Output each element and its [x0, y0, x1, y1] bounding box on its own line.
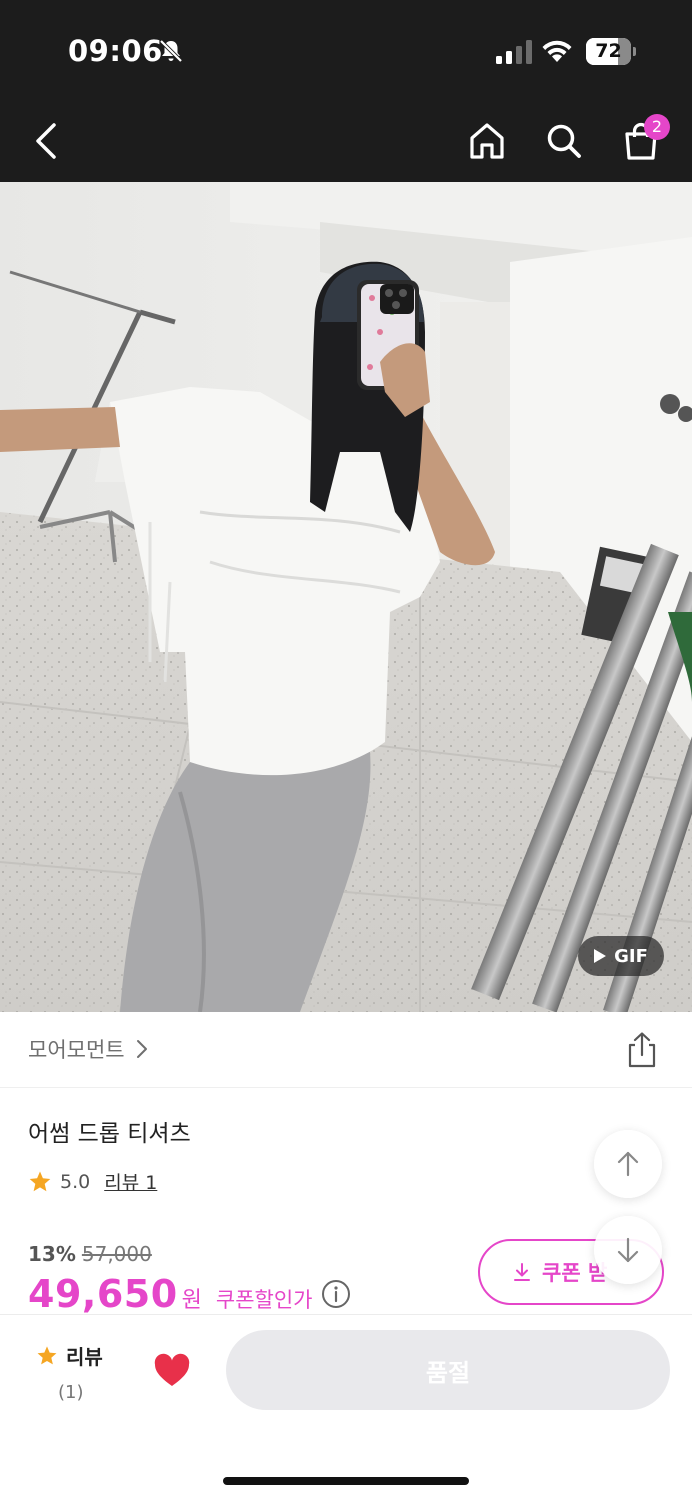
price-unit: 원	[181, 1288, 202, 1313]
coupon-discount-label: 쿠폰할인가	[215, 1288, 313, 1312]
arrow-up-icon	[617, 1151, 639, 1177]
price-row: 49,650 원 쿠폰할인가	[28, 1272, 351, 1316]
review-tab[interactable]: 리뷰 (1)	[36, 1341, 116, 1403]
rating-value: 5.0	[60, 1170, 91, 1193]
battery-level: 72	[595, 40, 622, 62]
cart-button[interactable]: 2	[614, 114, 670, 168]
discount-row: 13% 57,000	[28, 1242, 152, 1266]
discount-percent: 13%	[28, 1242, 76, 1266]
info-icon[interactable]	[321, 1279, 351, 1309]
chevron-left-icon	[36, 123, 56, 159]
soldout-label: 품절	[425, 1358, 471, 1387]
home-button[interactable]	[460, 114, 514, 168]
share-icon[interactable]	[622, 1030, 662, 1070]
sale-price: 49,650	[28, 1272, 178, 1316]
home-icon	[470, 123, 504, 159]
product-title: 어썸 드롭 티셔츠	[28, 1121, 191, 1147]
product-image[interactable]	[0, 182, 692, 1012]
home-indicator	[223, 1477, 469, 1485]
play-icon	[594, 949, 607, 963]
review-tab-label: 리뷰	[66, 1345, 103, 1369]
star-icon	[37, 1345, 57, 1364]
search-button[interactable]	[537, 114, 591, 168]
brand-link[interactable]: 모어모먼트	[28, 1034, 149, 1064]
soldout-button[interactable]: 품절	[226, 1330, 670, 1410]
battery-indicator: 72	[586, 38, 636, 65]
search-icon	[547, 124, 581, 158]
top-nav-bar: 2	[0, 100, 692, 182]
review-link[interactable]: 리뷰 1	[104, 1168, 157, 1195]
back-button[interactable]	[20, 114, 74, 168]
gif-label: GIF	[614, 945, 648, 967]
brand-name: 모어모먼트	[28, 1038, 125, 1062]
original-price: 57,000	[81, 1242, 152, 1266]
scroll-to-bottom-button[interactable]	[594, 1216, 662, 1284]
download-icon	[514, 1263, 530, 1281]
review-count: (1)	[58, 1382, 84, 1403]
status-bar: 09:06 72	[0, 0, 692, 100]
bell-slash-icon	[159, 39, 183, 63]
cart-count-badge: 2	[644, 114, 670, 140]
wifi-icon	[542, 40, 572, 62]
star-icon	[29, 1171, 51, 1191]
bottom-action-bar: 리뷰 (1) 품절	[0, 1314, 692, 1500]
scroll-to-top-button[interactable]	[594, 1130, 662, 1198]
arrow-down-icon	[617, 1237, 639, 1263]
chevron-right-icon	[136, 1040, 147, 1058]
brand-row: 모어모먼트	[0, 1012, 692, 1088]
cellular-signal-icon	[496, 40, 532, 64]
status-time: 09:06	[68, 34, 163, 68]
rating-row: 5.0 리뷰 1	[28, 1168, 157, 1195]
gif-badge[interactable]: GIF	[578, 936, 664, 976]
heart-icon[interactable]	[152, 1351, 192, 1391]
